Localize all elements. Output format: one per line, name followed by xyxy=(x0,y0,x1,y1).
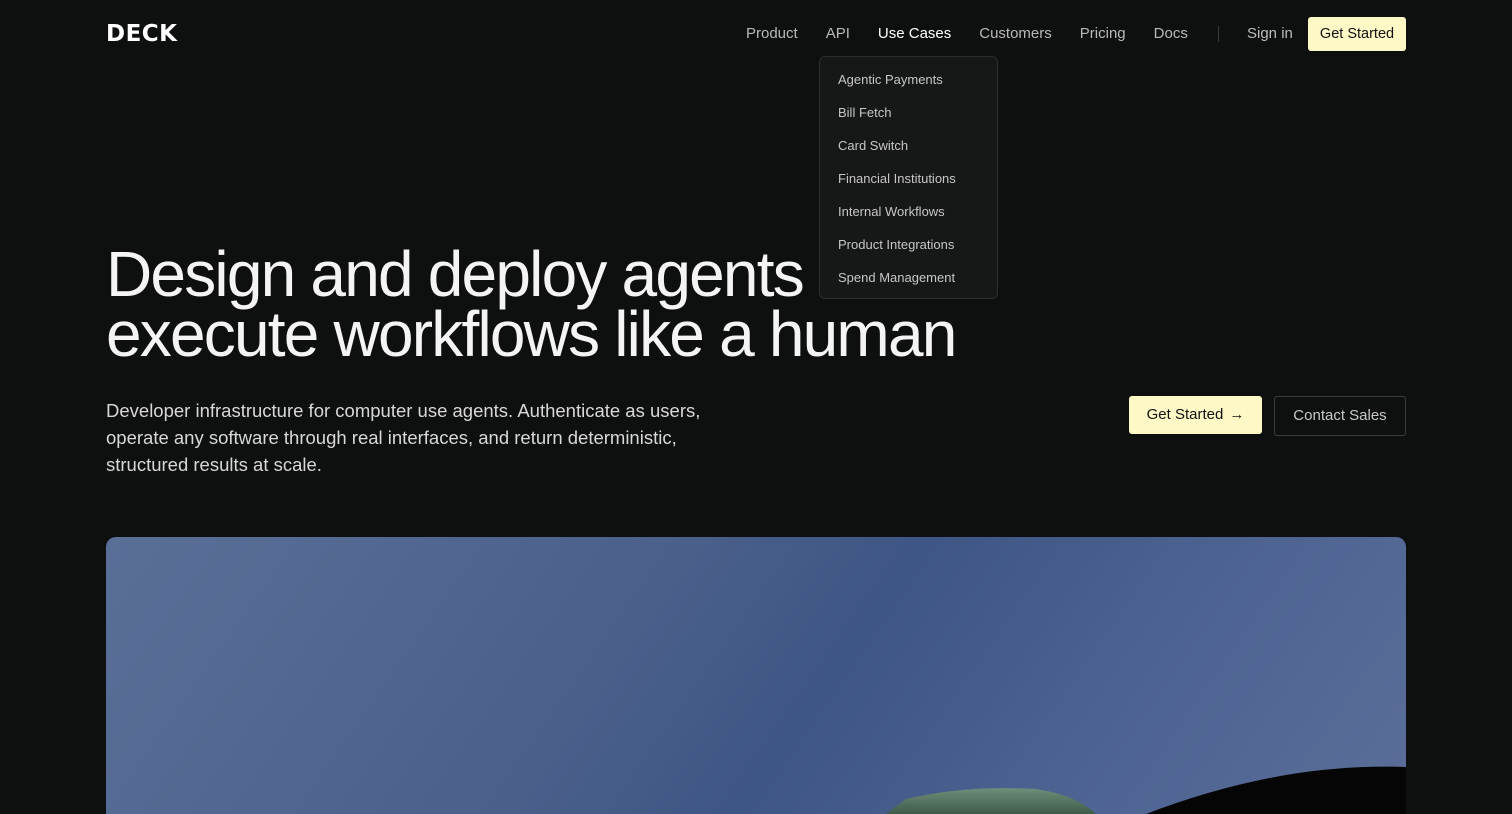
hero-get-started-label: Get Started xyxy=(1146,406,1224,423)
hero-subtitle-line-1: Developer infrastructure for computer us… xyxy=(106,400,701,421)
contact-sales-button[interactable]: Contact Sales xyxy=(1274,396,1406,436)
dropdown-item-internal-workflows[interactable]: Internal Workflows xyxy=(820,202,997,235)
dropdown-item-product-integrations[interactable]: Product Integrations xyxy=(820,235,997,268)
sign-in-link[interactable]: Sign in xyxy=(1247,24,1293,44)
hero-title-line-2: execute workflows like a human xyxy=(106,298,957,370)
dark-hill xyxy=(1146,766,1406,814)
main-nav: Product API Use Cases Customers Pricing … xyxy=(746,24,1216,44)
arrow-right-icon: → xyxy=(1229,406,1245,423)
dropdown-item-agentic-payments[interactable]: Agentic Payments xyxy=(820,70,997,103)
nav-item-docs[interactable]: Docs xyxy=(1154,24,1188,44)
dropdown-item-spend-management[interactable]: Spend Management xyxy=(820,268,997,301)
header-get-started-button[interactable]: Get Started xyxy=(1308,17,1406,51)
hero-get-started-button[interactable]: Get Started → xyxy=(1129,396,1262,434)
deck-logo[interactable]: DECK xyxy=(106,22,178,46)
landscape-illustration xyxy=(886,766,1406,814)
nav-item-api[interactable]: API xyxy=(826,24,850,44)
hero-subtitle: Developer infrastructure for computer us… xyxy=(106,397,726,478)
use-cases-dropdown: Agentic Payments Bill Fetch Card Switch … xyxy=(819,56,998,299)
green-hill xyxy=(886,788,1096,814)
page: DECK Product API Use Cases Customers Pri… xyxy=(0,0,1512,814)
nav-item-use-cases[interactable]: Use Cases xyxy=(878,24,951,44)
nav-item-pricing[interactable]: Pricing xyxy=(1080,24,1126,44)
nav-divider xyxy=(1218,26,1219,42)
nav-item-customers[interactable]: Customers xyxy=(979,24,1052,44)
dropdown-item-bill-fetch[interactable]: Bill Fetch xyxy=(820,103,997,136)
nav-item-product[interactable]: Product xyxy=(746,24,798,44)
dropdown-item-financial-institutions[interactable]: Financial Institutions xyxy=(820,169,997,202)
hero-subtitle-line-3: structured results at scale. xyxy=(106,454,322,475)
hero-subtitle-line-2: operate any software through real interf… xyxy=(106,427,677,448)
dropdown-item-card-switch[interactable]: Card Switch xyxy=(820,136,997,169)
hero-image-panel xyxy=(106,537,1406,814)
